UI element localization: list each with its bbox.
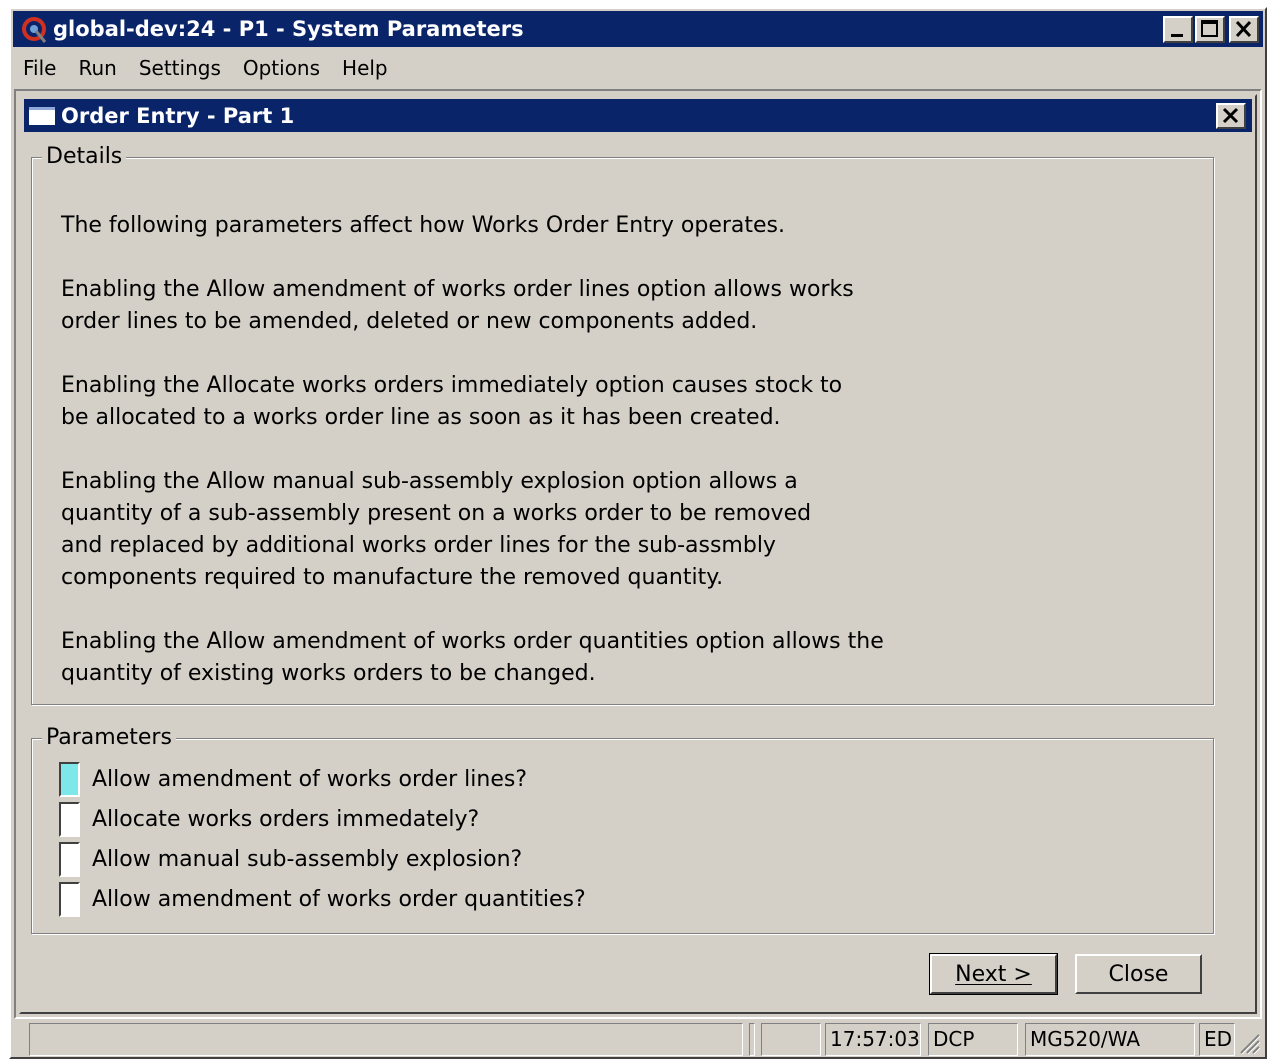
details-text: Enabling the Allow amendment of works or… [61, 629, 884, 654]
close-child-button[interactable] [1216, 103, 1246, 129]
minimize-button[interactable] [1163, 16, 1193, 43]
details-text: order lines to be amended, deleted or ne… [61, 309, 758, 334]
status-empty-pane [761, 1023, 821, 1056]
order-entry-window: Order Entry - Part 1 Details The followi… [19, 94, 1257, 1014]
checkbox-label: Allow amendment of works order lines? [92, 766, 527, 792]
checkbox[interactable] [59, 801, 80, 837]
param-allow-amend-lines[interactable]: Allow amendment of works order lines? [59, 761, 527, 797]
status-time: 17:57:03 [825, 1023, 921, 1056]
status-mode: ED [1199, 1023, 1235, 1056]
status-program: MG520/WA [1025, 1023, 1195, 1056]
details-legend: Details [42, 143, 127, 171]
param-amend-quantities[interactable]: Allow amendment of works order quantitie… [59, 881, 586, 917]
details-group: Details The following parameters affect … [31, 143, 1214, 705]
details-text: Enabling the Allow amendment of works or… [61, 277, 854, 302]
resize-grip-icon[interactable] [1237, 1031, 1261, 1055]
param-manual-explosion[interactable]: Allow manual sub-assembly explosion? [59, 841, 522, 877]
param-allocate-immediately[interactable]: Allocate works orders immedately? [59, 801, 479, 837]
window-icon [27, 104, 57, 127]
details-text: quantity of existing works orders to be … [61, 661, 596, 686]
details-text: Enabling the Allocate works orders immed… [61, 373, 843, 398]
child-window-title: Order Entry - Part 1 [61, 103, 295, 128]
next-button-label: Next > [955, 961, 1032, 987]
title-bar[interactable]: global-dev:24 - P1 - System Parameters [13, 11, 1263, 47]
status-message-pane [29, 1023, 743, 1056]
window-title: global-dev:24 - P1 - System Parameters [53, 17, 524, 41]
menu-options[interactable]: Options [232, 56, 331, 80]
parameters-group: Parameters Allow amendment of works orde… [31, 724, 1214, 934]
details-text: components required to manufacture the r… [61, 565, 724, 590]
app-icon [19, 14, 49, 44]
details-text: quantity of a sub-assembly present on a … [61, 501, 812, 526]
main-window: global-dev:24 - P1 - System Parameters F… [9, 7, 1267, 1059]
menu-run[interactable]: Run [67, 56, 127, 80]
details-text: and replaced by additional works order l… [61, 533, 776, 558]
checkbox-label: Allow manual sub-assembly explosion? [92, 846, 523, 872]
checkbox[interactable] [59, 761, 80, 797]
mdi-client-area: Order Entry - Part 1 Details The followi… [14, 89, 1262, 1019]
close-window-button[interactable] [1229, 16, 1259, 43]
maximize-button[interactable] [1195, 16, 1225, 43]
child-title-bar[interactable]: Order Entry - Part 1 [24, 99, 1252, 132]
details-text: Enabling the Allow manual sub-assembly e… [61, 469, 798, 494]
status-divider [749, 1023, 755, 1056]
details-text: The following parameters affect how Work… [61, 213, 785, 238]
checkbox[interactable] [59, 881, 80, 917]
close-button[interactable]: Close [1075, 954, 1202, 994]
menu-settings[interactable]: Settings [128, 56, 232, 80]
close-button-label: Close [1108, 961, 1169, 987]
status-bar: 17:57:03 DCP MG520/WA ED [13, 1023, 1263, 1057]
menu-file[interactable]: File [13, 56, 67, 80]
parameters-legend: Parameters [42, 724, 176, 752]
checkbox-label: Allow amendment of works order quantitie… [92, 886, 586, 912]
details-text: be allocated to a works order line as so… [61, 405, 781, 430]
next-button[interactable]: Next > [929, 953, 1058, 995]
status-company: DCP [928, 1023, 1018, 1056]
menu-help[interactable]: Help [331, 56, 399, 80]
checkbox-label: Allocate works orders immedately? [92, 806, 480, 832]
checkbox[interactable] [59, 841, 80, 877]
menu-bar: File Run Settings Options Help [13, 51, 1263, 85]
